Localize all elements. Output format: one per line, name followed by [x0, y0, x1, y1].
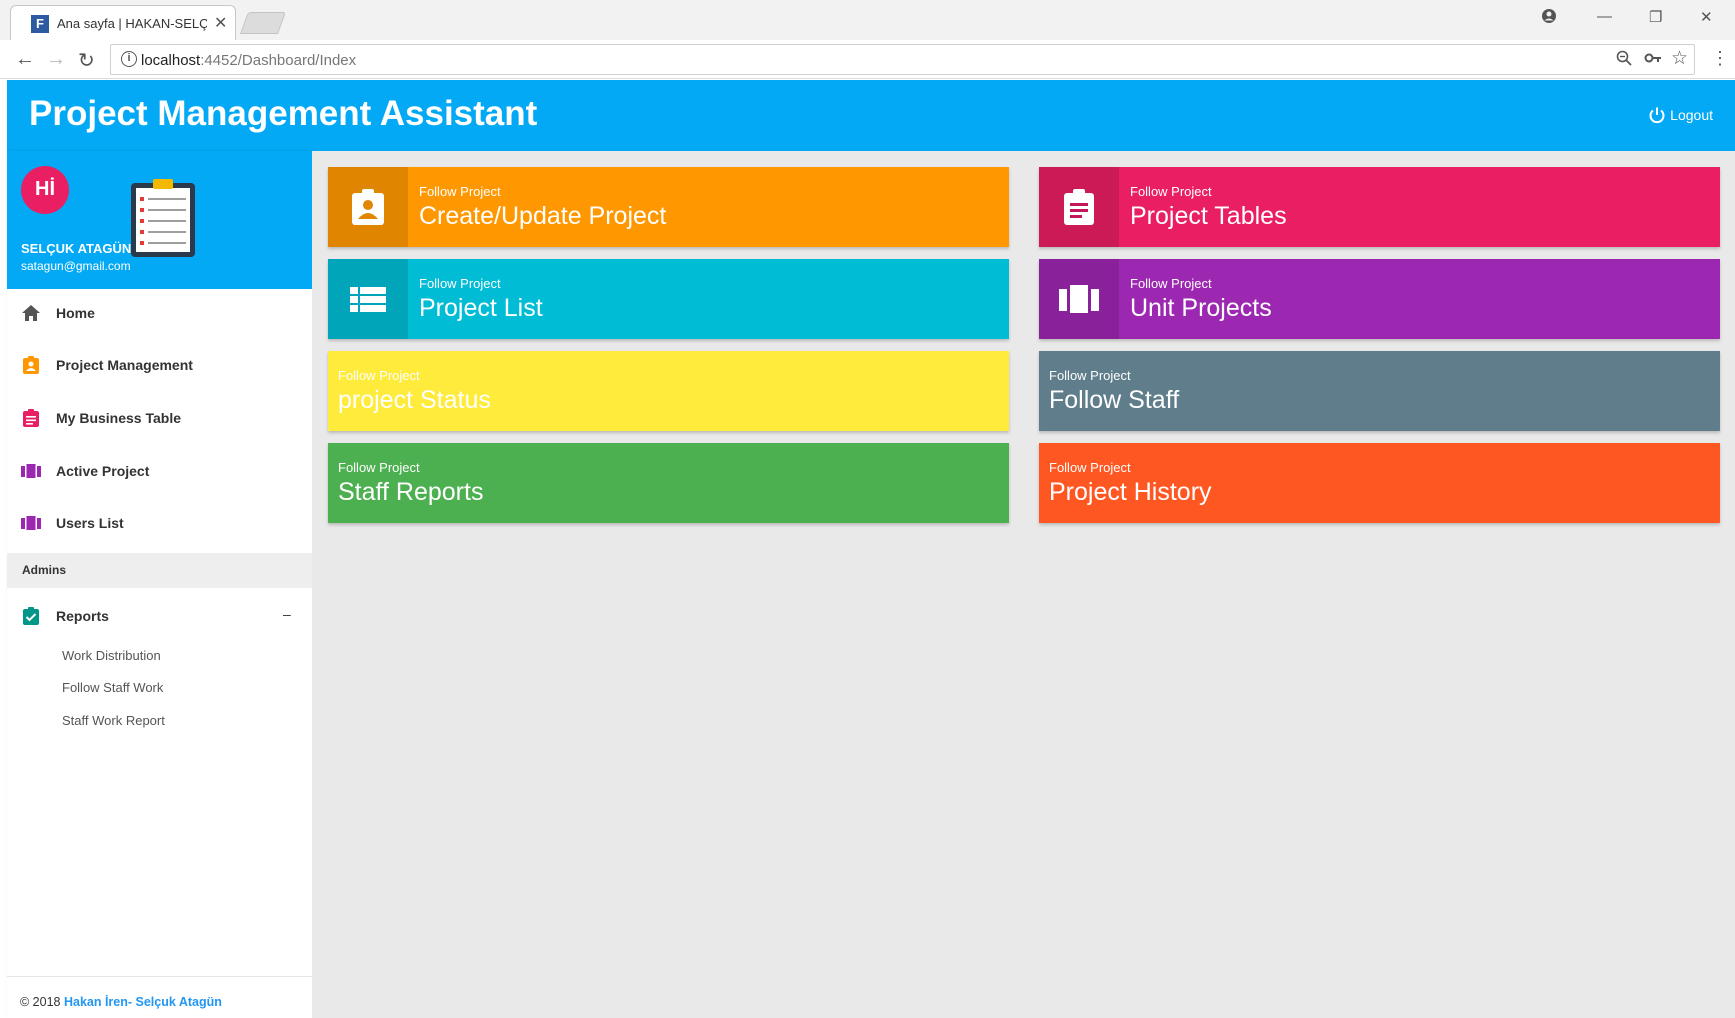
sidebar-item-my-business-table[interactable]: My Business Table	[7, 396, 312, 440]
admins-section-header: Admins	[7, 553, 312, 588]
browser-toolbar: ← → ↻ i localhost:4452/Dashboard/Index ☆…	[0, 40, 1735, 79]
submenu-item-follow-staff-work[interactable]: Follow Staff Work	[62, 680, 163, 695]
app-title: Project Management Assistant	[29, 94, 538, 133]
sidebar-item-active-project[interactable]: Active Project	[7, 449, 312, 493]
card-title: Create/Update Project	[419, 202, 667, 230]
card-subtitle: Follow Project	[419, 184, 501, 199]
forward-arrow-icon[interactable]: →	[46, 48, 66, 71]
card-unit-projects[interactable]: Follow Project Unit Projects	[1039, 259, 1720, 339]
card-staff-reports[interactable]: Follow Project Staff Reports	[328, 443, 1009, 523]
close-tab-icon[interactable]: ✕	[214, 13, 227, 33]
restore-window-icon[interactable]: ❐	[1649, 8, 1662, 26]
card-project-history[interactable]: Follow Project Project History	[1039, 443, 1720, 523]
user-info-panel: Hİ SELÇUK ATAGÜN satagun@gmail.com	[7, 151, 312, 289]
avatar[interactable]: Hİ	[21, 166, 69, 214]
collapse-icon[interactable]: –	[283, 606, 291, 622]
card-title: Follow Staff	[1049, 386, 1180, 414]
sidebar-footer: © 2018 Hakan İren- Selçuk Atagün	[7, 976, 312, 1018]
address-bar[interactable]: i localhost:4452/Dashboard/Index ☆	[110, 44, 1695, 75]
card-title: Staff Reports	[338, 478, 484, 506]
site-info-icon[interactable]: i	[121, 51, 137, 67]
view-array-icon	[21, 464, 41, 478]
url-host: localhost	[141, 52, 201, 69]
card-subtitle: Follow Project	[338, 368, 420, 383]
assignment-icon	[23, 409, 39, 427]
profile-icon[interactable]	[1541, 8, 1557, 28]
card-follow-staff[interactable]: Follow Project Follow Staff	[1039, 351, 1720, 431]
browser-tab-bar: F Ana sayfa | HAKAN-SELÇ ✕ — ❐ ✕	[0, 0, 1735, 40]
assignment-icon	[1064, 189, 1094, 225]
submenu-item-work-distribution[interactable]: Work Distribution	[62, 648, 161, 663]
card-title: Project Tables	[1130, 202, 1287, 230]
minimize-window-icon[interactable]: —	[1597, 8, 1612, 25]
user-email: satagun@gmail.com	[21, 259, 131, 273]
dashboard-main: Follow Project Create/Update Project Fol…	[312, 151, 1735, 1018]
browser-tab-title: Ana sayfa | HAKAN-SELÇ	[57, 16, 207, 31]
card-title: Unit Projects	[1130, 294, 1272, 322]
sidebar-item-home[interactable]: Home	[7, 291, 312, 335]
card-subtitle: Follow Project	[1049, 368, 1131, 383]
user-name: SELÇUK ATAGÜN	[21, 241, 132, 256]
submenu-item-staff-work-report[interactable]: Staff Work Report	[62, 713, 165, 728]
logout-label: Logout	[1670, 107, 1713, 123]
card-icon-box	[1039, 167, 1119, 247]
sidebar-item-label: My Business Table	[56, 410, 182, 426]
home-icon	[22, 305, 40, 321]
app-header: Project Management Assistant Logout	[7, 80, 1735, 151]
url-text[interactable]: localhost:4452/Dashboard/Index	[141, 52, 356, 69]
browser-menu-icon[interactable]: ⋮	[1711, 48, 1729, 69]
assignment-turned-in-icon	[23, 607, 39, 625]
sidebar-item-users-list[interactable]: Users List	[7, 501, 312, 545]
card-subtitle: Follow Project	[1130, 276, 1212, 291]
footer-authors-link[interactable]: Hakan İren- Selçuk Atagün	[64, 995, 222, 1009]
card-create-update-project[interactable]: Follow Project Create/Update Project	[328, 167, 1009, 247]
card-title: project Status	[338, 386, 491, 414]
admins-header-label: Admins	[22, 563, 67, 577]
clipboard-illustration-icon	[131, 179, 195, 257]
reload-icon[interactable]: ↻	[78, 48, 95, 73]
list-icon	[350, 287, 386, 312]
card-title: Project History	[1049, 478, 1212, 506]
view-array-icon	[1059, 285, 1099, 313]
card-subtitle: Follow Project	[419, 276, 501, 291]
url-path: :4452/Dashboard/Index	[200, 52, 357, 69]
zoom-icon[interactable]	[1616, 50, 1632, 71]
card-icon-box	[328, 167, 408, 247]
key-icon[interactable]	[1644, 50, 1662, 71]
card-project-list[interactable]: Follow Project Project List	[328, 259, 1009, 339]
sidebar-item-label: Project Management	[56, 357, 193, 373]
logout-button[interactable]: Logout	[1648, 106, 1713, 124]
sidebar-item-label: Users List	[56, 515, 124, 531]
sidebar-item-reports[interactable]: Reports –	[7, 594, 312, 638]
contact-card-icon	[23, 356, 39, 374]
card-project-tables[interactable]: Follow Project Project Tables	[1039, 167, 1720, 247]
view-array-icon	[21, 516, 41, 530]
card-icon-box	[328, 259, 408, 339]
browser-tab[interactable]: F Ana sayfa | HAKAN-SELÇ ✕	[10, 5, 236, 40]
footer-copyright: © 2018 Hakan İren- Selçuk Atagün	[20, 995, 222, 1009]
card-subtitle: Follow Project	[1130, 184, 1212, 199]
contact-card-icon	[352, 189, 384, 225]
back-arrow-icon[interactable]: ←	[15, 48, 35, 71]
card-project-status[interactable]: Follow Project project Status	[328, 351, 1009, 431]
close-window-icon[interactable]: ✕	[1700, 8, 1713, 26]
sidebar-item-label: Home	[56, 305, 95, 321]
card-icon-box	[1039, 259, 1119, 339]
sidebar-item-label: Reports	[56, 608, 109, 624]
sidebar: Hİ SELÇUK ATAGÜN satagun@gmail.com Home …	[7, 151, 312, 1018]
site-favicon-icon: F	[31, 15, 49, 33]
footer-prefix: © 2018	[20, 995, 64, 1009]
power-icon	[1649, 107, 1665, 124]
sidebar-item-label: Active Project	[56, 463, 150, 479]
bookmark-star-icon[interactable]: ☆	[1671, 47, 1688, 70]
sidebar-item-project-management[interactable]: Project Management	[7, 343, 312, 387]
card-subtitle: Follow Project	[1049, 460, 1131, 475]
card-subtitle: Follow Project	[338, 460, 420, 475]
card-title: Project List	[419, 294, 543, 322]
new-tab-button[interactable]	[239, 12, 287, 34]
